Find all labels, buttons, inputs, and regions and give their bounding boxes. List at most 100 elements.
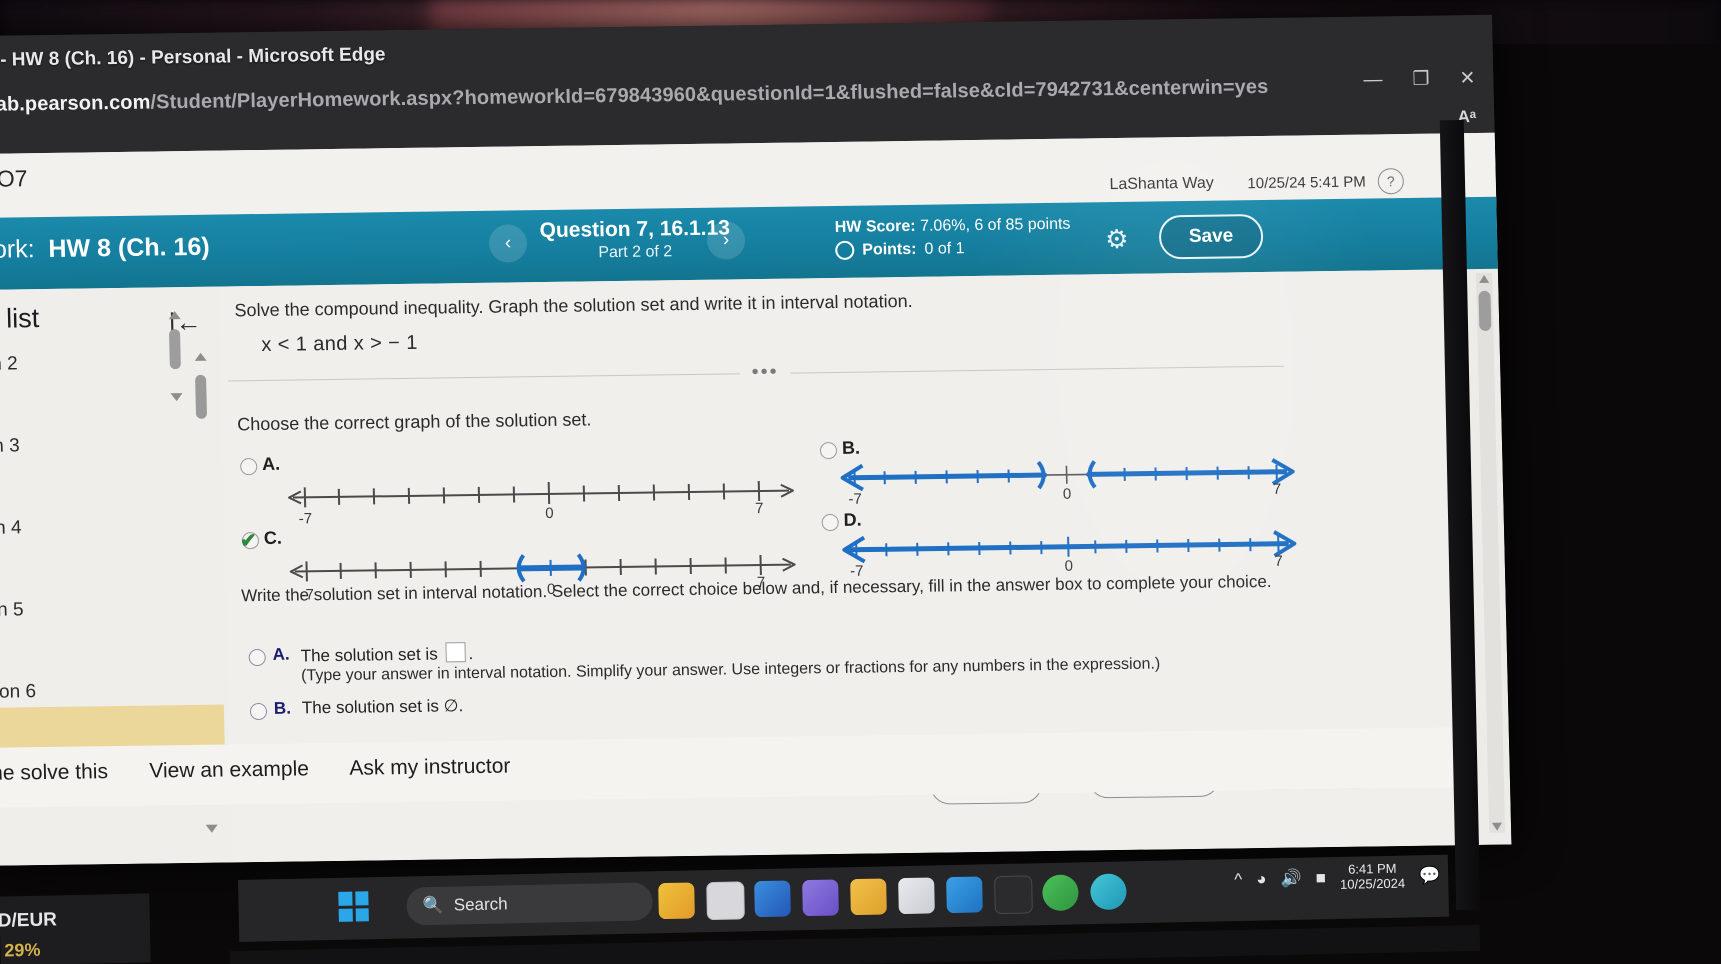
- help-me-solve-this-link[interactable]: me solve this: [0, 760, 108, 786]
- question-indicator: Question 7, 16.1.13 Part 2 of 2: [484, 215, 785, 266]
- taskbar-search-box[interactable]: 🔍 Search: [406, 882, 653, 926]
- show-hidden-icons-icon[interactable]: ^: [1234, 870, 1242, 890]
- graph-option-a-label: A.: [261, 453, 281, 474]
- close-icon[interactable]: ✕: [1459, 67, 1475, 90]
- search-placeholder: Search: [453, 894, 508, 915]
- svg-text:0: 0: [1064, 558, 1073, 575]
- page-scroll-thumb[interactable]: [1478, 290, 1492, 331]
- window-controls[interactable]: — ❐ ✕: [1363, 67, 1476, 92]
- ask-my-instructor-link[interactable]: Ask my instructor: [349, 755, 511, 781]
- number-line-b-svg: -7 0 7: [840, 458, 1295, 508]
- url-domain: //mylab.pearson.com: [0, 91, 151, 117]
- scroll-thumb[interactable]: [195, 374, 208, 419]
- question-list-item-2[interactable]: stion 2: [0, 353, 18, 376]
- taskbar-icon-calendar[interactable]: [898, 877, 935, 915]
- save-button[interactable]: Save: [1158, 213, 1264, 260]
- taskbar-icon-store[interactable]: [802, 879, 839, 917]
- taskbar-icon-terminal[interactable]: [994, 875, 1033, 915]
- course-code: TPO7: [0, 165, 28, 193]
- question-list-item-3[interactable]: stion 3: [0, 435, 20, 458]
- svg-text:0: 0: [545, 505, 554, 522]
- svg-text:7: 7: [755, 500, 764, 517]
- mini-scroll-down-icon[interactable]: [170, 393, 183, 402]
- taskbar-icon-chat[interactable]: [1042, 874, 1079, 912]
- points-value: 0 of 1: [924, 240, 965, 258]
- more-options-icon[interactable]: •••: [739, 361, 791, 384]
- view-an-example-link[interactable]: View an example: [149, 757, 309, 783]
- svg-text:7: 7: [1273, 481, 1282, 498]
- battery-icon[interactable]: ■: [1315, 868, 1326, 888]
- points-label: Points:: [862, 241, 917, 259]
- homework-title: nework: HW 8 (Ch. 16): [0, 233, 210, 266]
- inequality-expression: x < 1 and x > − 1: [261, 331, 418, 356]
- laptop-screen: work - HW 8 (Ch. 16) - Personal - Micros…: [0, 14, 1512, 866]
- scroll-down-arrow-icon[interactable]: [205, 824, 218, 833]
- system-tray: ^ ◕ 🔊 ■ 6:41 PM 10/25/2024 💬: [1234, 861, 1441, 895]
- mini-scroll-up-icon[interactable]: [168, 311, 181, 320]
- answer-choice-a-label: The solution set is: [300, 644, 438, 666]
- question-list-item-6[interactable]: estion 6: [0, 681, 36, 704]
- taskbar-icon-edge[interactable]: [754, 880, 791, 918]
- taskbar-icon-notepad[interactable]: [706, 881, 745, 921]
- number-line-b: -7 0 7: [832, 449, 1303, 519]
- answer-choice-a-letter: A.: [272, 644, 290, 664]
- student-name: LaShanta Way: [1109, 174, 1215, 194]
- svg-text:-7: -7: [848, 491, 862, 508]
- number-line-a: -7 0 7: [280, 466, 801, 536]
- wifi-icon[interactable]: ◕: [1256, 869, 1267, 889]
- mini-scroll-thumb[interactable]: [168, 329, 181, 370]
- question-list-title: on list: [0, 303, 40, 334]
- answer-choice-a-suffix: .: [468, 644, 474, 664]
- svg-text:-7: -7: [299, 510, 313, 527]
- content-mini-scrollbar[interactable]: [167, 311, 183, 402]
- volume-icon[interactable]: 🔊: [1280, 869, 1302, 889]
- clock-date: 10/25/2024: [1339, 875, 1406, 892]
- homework-name: HW 8 (Ch. 16): [48, 232, 210, 263]
- answer-choice-b-radio[interactable]: [249, 702, 268, 721]
- help-icon[interactable]: ?: [1377, 168, 1405, 195]
- question-prompt: Solve the compound inequality. Graph the…: [234, 290, 913, 321]
- currency-pair-label: D/EUR: [0, 909, 58, 932]
- svg-text:0: 0: [1063, 486, 1072, 503]
- question-part: Part 2 of 2: [598, 243, 673, 262]
- question-list-item-5[interactable]: stion 5: [0, 599, 24, 622]
- background-window-sliver: D/EUR 29%: [0, 893, 151, 964]
- taskbar-icon-photos[interactable]: [658, 882, 695, 920]
- taskbar-icon-file-explorer[interactable]: [850, 878, 887, 916]
- scroll-up-arrow-icon[interactable]: [194, 352, 207, 361]
- taskbar-icon-spotify[interactable]: [1090, 873, 1127, 911]
- number-line-a-svg: -7 0 7: [287, 481, 794, 527]
- graph-option-a-radio[interactable]: [240, 458, 258, 476]
- browser-chrome: work - HW 8 (Ch. 16) - Personal - Micros…: [0, 14, 1495, 154]
- answer-choice-a-text: The solution set is .: [300, 642, 473, 666]
- interval-answer-input[interactable]: [445, 642, 466, 663]
- taskbar-clock[interactable]: 6:41 PM 10/25/2024: [1339, 861, 1406, 893]
- windows-start-icon[interactable]: [338, 891, 369, 922]
- minimize-icon[interactable]: —: [1363, 69, 1383, 91]
- answer-choice-a-radio[interactable]: [248, 648, 266, 667]
- page-scroll-down-icon[interactable]: [1491, 822, 1503, 831]
- page-scroll-up-icon[interactable]: [1479, 274, 1490, 283]
- answer-choice-b-text: The solution set is ∅.: [301, 696, 464, 718]
- address-bar[interactable]: //mylab.pearson.com/Student/PlayerHomewo…: [0, 75, 1350, 129]
- taskbar-icon-teams[interactable]: [946, 876, 983, 914]
- restore-icon[interactable]: ❐: [1412, 68, 1430, 91]
- score-box: HW Score: 7.06%, 6 of 85 points Points: …: [834, 213, 1071, 263]
- photo-of-laptop-screen: work - HW 8 (Ch. 16) - Personal - Micros…: [0, 0, 1721, 964]
- homework-label: nework:: [0, 235, 35, 265]
- hw-score-line: HW Score: 7.06%, 6 of 85 points: [834, 213, 1071, 239]
- selected-check-icon: ✔: [239, 530, 258, 553]
- timestamp: 10/25/24 5:41 PM: [1247, 173, 1367, 193]
- hw-score-value: 7.06%, 6 of 85 points: [919, 215, 1071, 235]
- graph-option-c-label: C.: [263, 527, 283, 548]
- choose-graph-instruction: Choose the correct graph of the solution…: [236, 409, 592, 435]
- svg-text:7: 7: [1274, 553, 1283, 570]
- currency-percent-label: 29%: [4, 939, 41, 961]
- browser-tab-title[interactable]: work - HW 8 (Ch. 16) - Personal - Micros…: [0, 44, 386, 72]
- hw-score-label: HW Score:: [834, 217, 916, 236]
- gear-icon[interactable]: ⚙: [1105, 224, 1129, 255]
- points-status-icon: [835, 240, 855, 261]
- notifications-icon[interactable]: 💬: [1419, 866, 1441, 886]
- question-list-item-4[interactable]: stion 4: [0, 517, 22, 540]
- url-path: /Student/PlayerHomework.aspx?homeworkId=…: [150, 75, 1269, 114]
